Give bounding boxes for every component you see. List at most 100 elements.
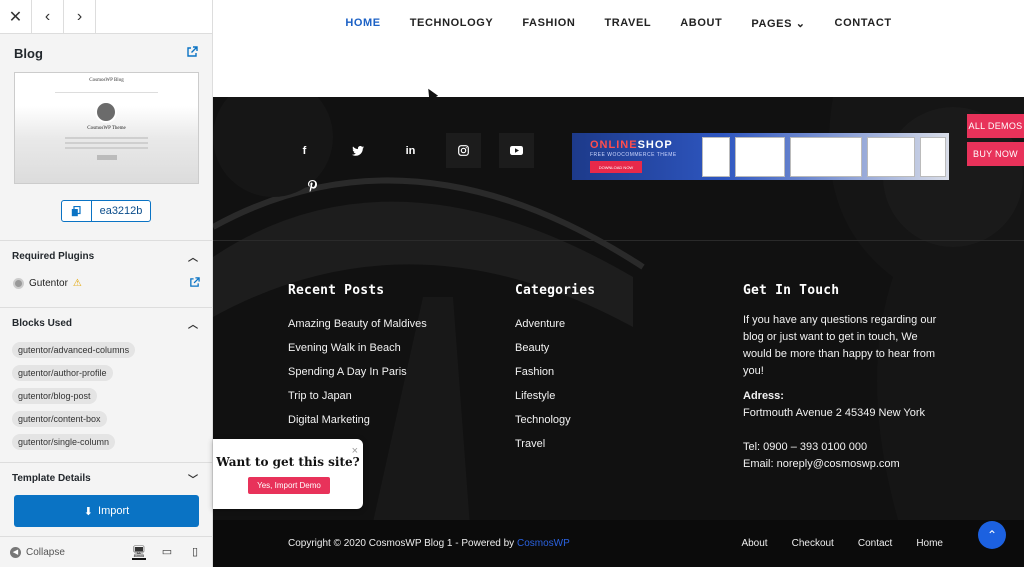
external-link-icon[interactable] bbox=[189, 276, 200, 291]
preview-button bbox=[97, 155, 117, 160]
chevron-up-icon: ︿ bbox=[188, 252, 198, 264]
section-title: Blocks Used bbox=[12, 317, 73, 329]
sidebar-footer: ◀ Collapse 🖥 ▭ ▯ bbox=[0, 536, 212, 567]
preview-site-title: CosmosWP Blog bbox=[89, 78, 124, 83]
footer-link-checkout[interactable]: Checkout bbox=[792, 538, 834, 549]
address-text: Fortmouth Avenue 2 45349 New York bbox=[743, 407, 926, 419]
category-link[interactable]: Beauty bbox=[515, 336, 595, 360]
collapse-icon: ◀ bbox=[10, 546, 21, 558]
category-link[interactable]: Travel bbox=[515, 432, 595, 456]
preview-text-line bbox=[65, 137, 148, 139]
chevron-up-icon: ︿ bbox=[188, 319, 198, 331]
blocks-used-header[interactable]: Blocks Used ︿ bbox=[0, 308, 212, 338]
category-link[interactable]: Technology bbox=[515, 408, 595, 432]
recent-posts-column: Recent Posts Amazing Beauty of Maldives … bbox=[288, 283, 427, 432]
required-plugins-header[interactable]: Required Plugins ︿ bbox=[0, 241, 212, 271]
categories-column: Categories Adventure Beauty Fashion Life… bbox=[515, 283, 595, 456]
banner-subtitle: FREE WOOCOMMERCE THEME bbox=[590, 152, 677, 158]
download-icon: ⬇ bbox=[83, 505, 94, 518]
nav-item-contact[interactable]: CONTACT bbox=[835, 17, 892, 29]
nav-item-home[interactable]: HOME bbox=[345, 17, 380, 29]
preview-text-line bbox=[65, 147, 148, 149]
online-shop-banner[interactable]: ONLINESHOP FREE WOOCOMMERCE THEME DOWNLO… bbox=[572, 133, 949, 180]
phone-text: Tel: 0900 – 393 0100 000 bbox=[743, 441, 868, 453]
facebook-icon[interactable]: f bbox=[287, 133, 322, 168]
block-tag: gutentor/single-column bbox=[12, 434, 116, 450]
plugin-item: Gutentor ⚠ bbox=[0, 271, 212, 293]
chevron-down-icon: ⌄ bbox=[795, 17, 806, 30]
template-preview-thumbnail: CosmosWP Blog CosmosWP Theme bbox=[14, 72, 199, 184]
import-button[interactable]: ⬇ Import bbox=[14, 495, 199, 527]
category-link[interactable]: Lifestyle bbox=[515, 384, 595, 408]
nav-item-travel[interactable]: TRAVEL bbox=[604, 17, 651, 29]
tablet-icon[interactable]: ▭ bbox=[160, 545, 174, 560]
preview-author: CosmosWP Theme bbox=[87, 126, 126, 131]
sidebar-toolbar: ✕ ‹ › bbox=[0, 0, 212, 34]
import-label: Import bbox=[98, 505, 130, 517]
banner-brand-a: ONLINE bbox=[590, 139, 638, 151]
nav-item-technology[interactable]: TECHNOLOGY bbox=[410, 17, 494, 29]
chevron-left-icon: ‹ bbox=[44, 8, 51, 25]
recent-post-link[interactable]: Digital Marketing bbox=[288, 408, 427, 432]
sidebar: ✕ ‹ › Blog CosmosWP Blog CosmosWP Theme … bbox=[0, 0, 213, 567]
collapse-label: Collapse bbox=[26, 546, 65, 558]
chevron-up-icon: ⌃ bbox=[986, 528, 998, 542]
pinterest-icon[interactable] bbox=[295, 168, 330, 203]
categories-heading: Categories bbox=[515, 283, 596, 298]
main-navigation: HOME TECHNOLOGY FASHION TRAVEL ABOUT PAG… bbox=[213, 0, 1024, 46]
block-tag: gutentor/advanced-columns bbox=[12, 342, 136, 358]
chevron-right-icon: › bbox=[76, 8, 83, 25]
desktop-icon[interactable]: 🖥 bbox=[132, 545, 146, 560]
youtube-icon[interactable] bbox=[499, 133, 534, 168]
collapse-button[interactable]: ◀ Collapse bbox=[10, 546, 132, 558]
required-plugins-section: Required Plugins ︿ Gutentor ⚠ bbox=[0, 240, 212, 293]
warning-icon: ⚠ bbox=[72, 277, 82, 289]
footer-link-contact[interactable]: Contact bbox=[858, 538, 892, 549]
external-link-icon[interactable] bbox=[186, 45, 198, 61]
twitter-icon[interactable] bbox=[340, 133, 375, 168]
copyright-label: Copyright © 2020 CosmosWP Blog 1 - Power… bbox=[288, 538, 515, 549]
banner-screenshot bbox=[790, 137, 862, 177]
mobile-icon[interactable]: ▯ bbox=[188, 545, 202, 560]
nav-item-pages[interactable]: PAGES ⌄ bbox=[751, 17, 805, 30]
chevron-down-icon: ﹀ bbox=[188, 474, 198, 486]
nav-item-fashion[interactable]: FASHION bbox=[522, 17, 575, 29]
preview-menu-line bbox=[55, 92, 158, 95]
popup-title: Want to get this site? bbox=[216, 455, 360, 469]
buy-now-button[interactable]: BUY NOW bbox=[967, 142, 1024, 166]
recent-post-link[interactable]: Trip to Japan bbox=[288, 384, 427, 408]
nav-item-about[interactable]: ABOUT bbox=[680, 17, 722, 29]
nav-item-pages-label: PAGES bbox=[751, 17, 793, 30]
scroll-to-top-button[interactable]: ⌃ bbox=[978, 521, 1006, 549]
recent-post-link[interactable]: Amazing Beauty of Maldives bbox=[288, 312, 427, 336]
banner-screenshot bbox=[867, 137, 915, 177]
copy-icon[interactable] bbox=[62, 201, 92, 221]
preview-text-line bbox=[65, 142, 148, 144]
template-title: Blog bbox=[14, 45, 43, 61]
plugin-gear-icon bbox=[13, 277, 24, 289]
category-link[interactable]: Adventure bbox=[515, 312, 595, 336]
close-button[interactable]: ✕ bbox=[0, 0, 32, 34]
address-label: Adress: bbox=[743, 390, 784, 402]
recent-post-link[interactable]: Spending A Day In Paris bbox=[288, 360, 427, 384]
banner-download-button[interactable]: DOWNLOAD NOW bbox=[590, 161, 642, 173]
footer-link-home[interactable]: Home bbox=[916, 538, 943, 549]
section-title: Template Details bbox=[12, 472, 91, 484]
get-site-popup: × Want to get this site? Yes, Import Dem… bbox=[213, 439, 363, 509]
back-button[interactable]: ‹ bbox=[32, 0, 64, 34]
forward-button[interactable]: › bbox=[64, 0, 96, 34]
blocks-used-section: Blocks Used ︿ gutentor/advanced-columns … bbox=[0, 307, 212, 455]
social-icons: f in bbox=[287, 133, 534, 168]
linkedin-icon[interactable]: in bbox=[393, 133, 428, 168]
category-link[interactable]: Fashion bbox=[515, 360, 595, 384]
recent-post-link[interactable]: Evening Walk in Beach bbox=[288, 336, 427, 360]
instagram-icon[interactable] bbox=[446, 133, 481, 168]
all-demos-button[interactable]: ALL DEMOS bbox=[967, 114, 1024, 138]
cosmoswp-link[interactable]: CosmosWP bbox=[517, 538, 570, 549]
template-id-badge[interactable]: ea3212b bbox=[60, 200, 152, 222]
banner-brand-b: SHOP bbox=[637, 139, 673, 151]
template-details-section[interactable]: Template Details ﹀ bbox=[0, 462, 212, 490]
footer-link-about[interactable]: About bbox=[741, 538, 767, 549]
banner-screenshot bbox=[702, 137, 730, 177]
import-demo-button[interactable]: Yes, Import Demo bbox=[248, 477, 330, 494]
